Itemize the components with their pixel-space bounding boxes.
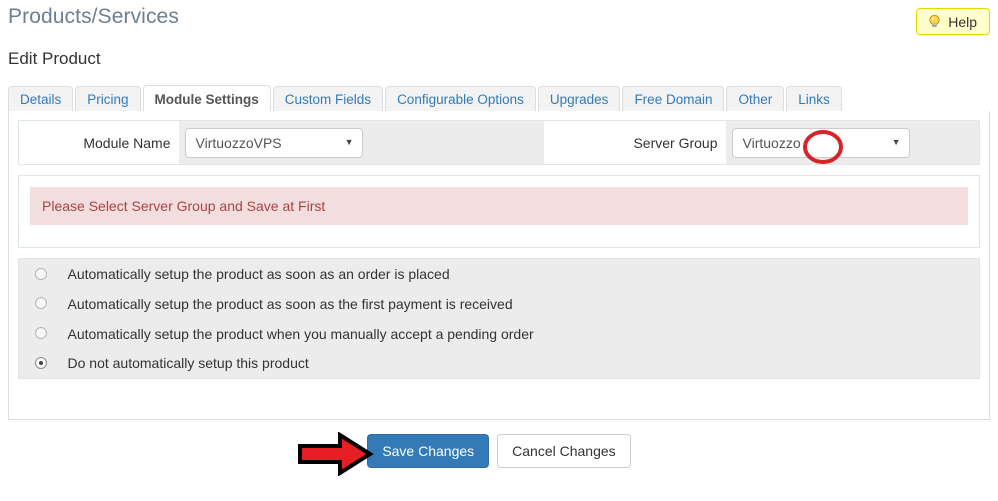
list-item[interactable]: Do not automatically setup this product	[18, 348, 980, 379]
server-group-label: Server Group	[565, 120, 726, 165]
radio-cell[interactable]	[18, 288, 63, 319]
module-name-value: VirtuozzoVPS	[195, 134, 282, 151]
radio-cell[interactable]	[18, 348, 63, 379]
spacer-cell	[543, 120, 566, 165]
module-name-select[interactable]: VirtuozzoVPS ▼	[184, 127, 363, 158]
list-item[interactable]: Automatically setup the product as soon …	[18, 288, 980, 319]
list-item[interactable]: Automatically setup the product as soon …	[18, 258, 980, 289]
auto-setup-label-manual-accept[interactable]: Automatically setup the product when you…	[62, 318, 980, 349]
edit-product-page: Products/Services Help Edit Product Deta…	[0, 0, 998, 501]
status-banner: Please Select Server Group and Save at F…	[30, 187, 968, 225]
auto-setup-radio-manual-accept[interactable]	[34, 327, 47, 340]
cancel-changes-button[interactable]: Cancel Changes	[497, 434, 631, 468]
tab-free-domain[interactable]: Free Domain	[622, 86, 725, 112]
auto-setup-label-order-placed[interactable]: Automatically setup the product as soon …	[62, 258, 980, 289]
radio-cell[interactable]	[18, 318, 63, 349]
lightbulb-icon	[927, 14, 942, 29]
tab-bar: Details Pricing Module Settings Custom F…	[8, 84, 990, 112]
list-item[interactable]: Automatically setup the product when you…	[18, 318, 980, 349]
tab-other[interactable]: Other	[726, 86, 785, 112]
auto-setup-radio-no-auto-setup[interactable]	[34, 357, 47, 370]
tab-configurable-options[interactable]: Configurable Options	[385, 86, 536, 112]
chevron-down-icon: ▼	[891, 137, 901, 147]
radio-cell[interactable]	[18, 258, 63, 289]
chevron-down-icon: ▼	[344, 137, 354, 147]
help-button-label: Help	[948, 13, 977, 30]
module-config-table: Module Name VirtuozzoVPS ▼ Server Group …	[18, 120, 980, 165]
server-group-value: Virtuozzo	[742, 134, 801, 151]
auto-setup-radio-order-placed[interactable]	[34, 267, 47, 280]
auto-setup-label-first-payment[interactable]: Automatically setup the product as soon …	[62, 288, 980, 319]
tab-custom-fields[interactable]: Custom Fields	[272, 86, 384, 112]
table-row: Module Name VirtuozzoVPS ▼ Server Group …	[18, 120, 980, 165]
page-title: Products/Services	[8, 5, 179, 28]
form-actions: Save Changes Cancel Changes	[0, 434, 998, 468]
module-name-cell: VirtuozzoVPS ▼	[178, 120, 544, 165]
tab-details[interactable]: Details	[8, 86, 74, 112]
module-name-label: Module Name	[18, 120, 179, 165]
help-button[interactable]: Help	[916, 8, 990, 35]
auto-setup-label-no-auto-setup[interactable]: Do not automatically setup this product	[62, 348, 980, 379]
tab-pricing[interactable]: Pricing	[75, 86, 141, 112]
server-group-cell: Virtuozzo ▼	[725, 120, 980, 165]
tab-module-settings[interactable]: Module Settings	[142, 85, 271, 112]
save-changes-button[interactable]: Save Changes	[367, 434, 490, 468]
server-group-select[interactable]: Virtuozzo ▼	[731, 127, 910, 158]
auto-setup-options-table: Automatically setup the product as soon …	[18, 258, 980, 379]
alert-container: Please Select Server Group and Save at F…	[18, 175, 980, 248]
tab-links[interactable]: Links	[786, 86, 842, 112]
section-title: Edit Product	[8, 49, 101, 68]
tab-upgrades[interactable]: Upgrades	[537, 86, 621, 112]
auto-setup-radio-first-payment[interactable]	[34, 297, 47, 310]
module-settings-panel: Module Name VirtuozzoVPS ▼ Server Group …	[8, 111, 990, 420]
